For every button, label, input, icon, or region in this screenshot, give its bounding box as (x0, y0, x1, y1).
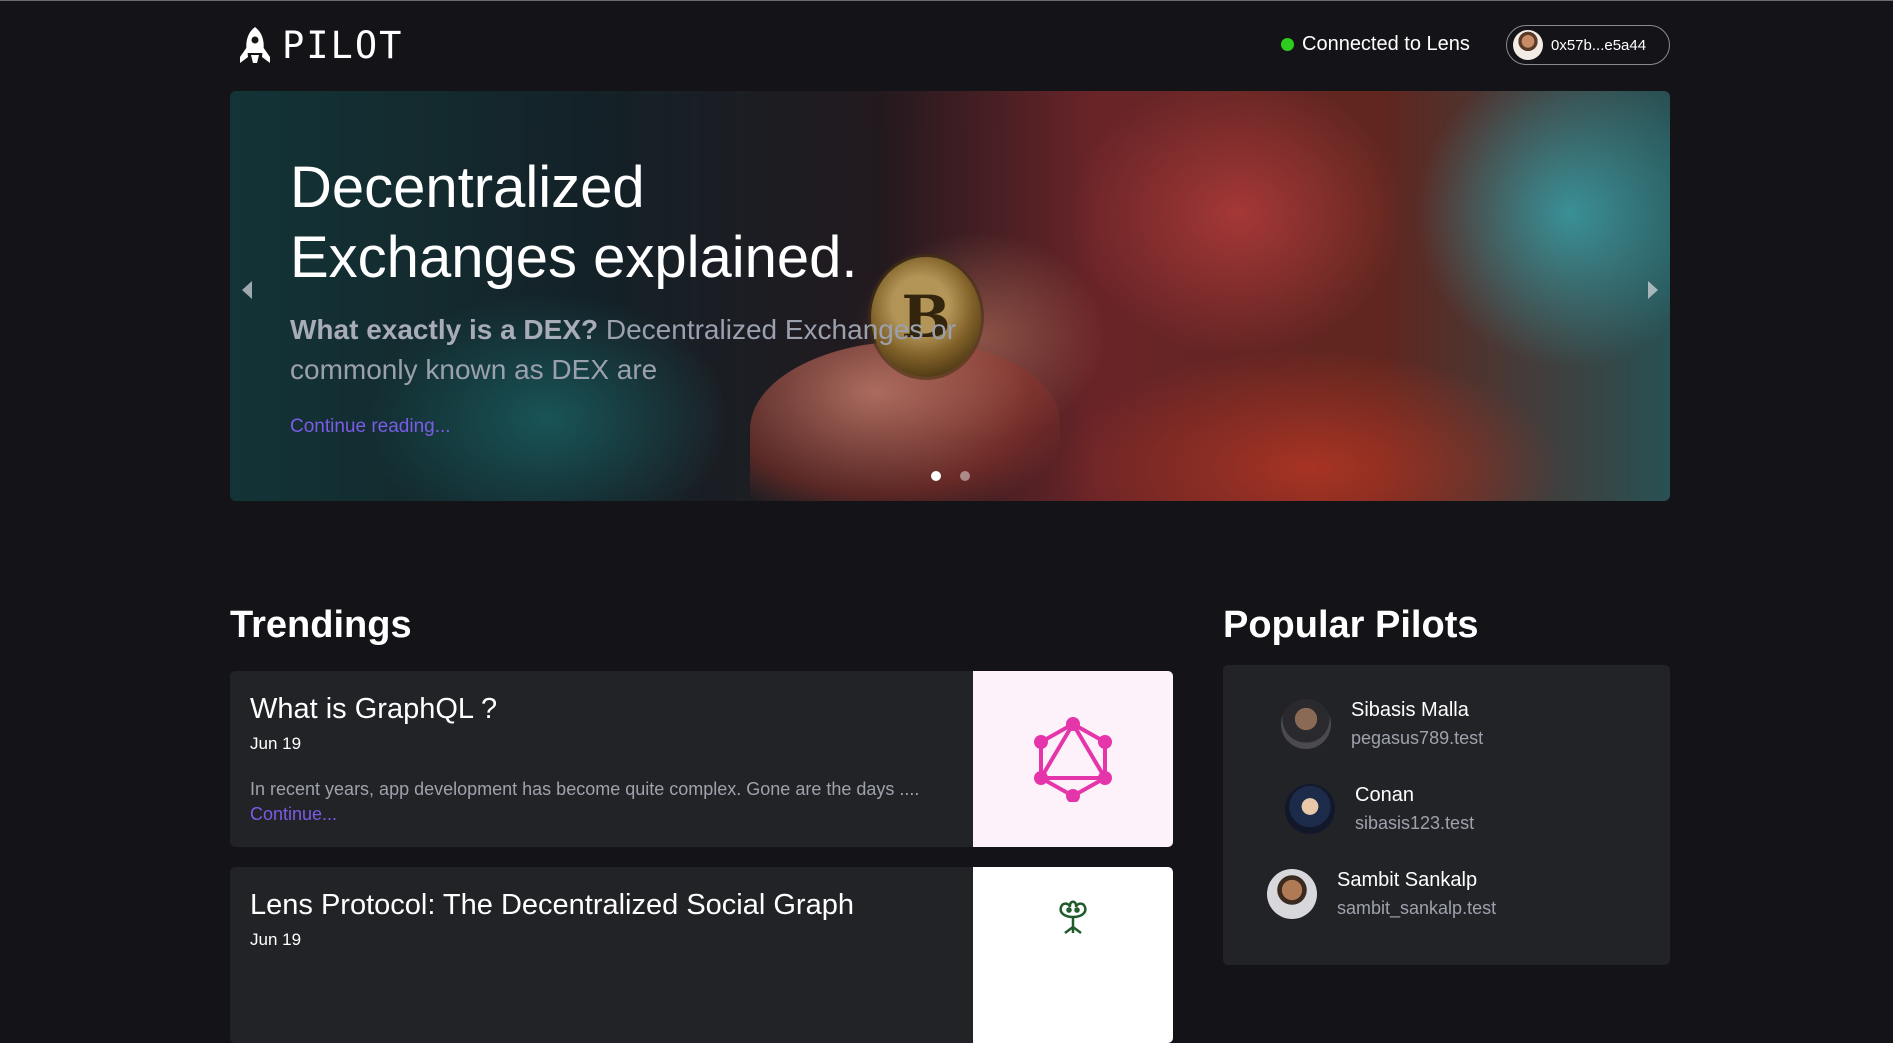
hero-title-line1: Decentralized (290, 155, 645, 220)
graphql-icon (1034, 717, 1112, 802)
trending-card-excerpt: In recent years, app development has bec… (250, 779, 920, 799)
pilot-avatar (1267, 869, 1317, 919)
pilot-name: Sambit Sankalp (1337, 869, 1478, 891)
carousel-prev-icon[interactable] (242, 281, 252, 299)
connection-status-label: Connected to Lens (1302, 33, 1470, 55)
rocket-icon (240, 26, 270, 63)
pilot-handle: pegasus789.test (1351, 728, 1484, 748)
trending-card-thumbnail (973, 671, 1173, 847)
trending-card-continue-link[interactable]: Continue... (250, 804, 337, 825)
hero-title: Decentralized Exchanges explained. (290, 153, 858, 293)
popular-pilots-list: Sibasis Malla pegasus789.test Conan siba… (1223, 665, 1670, 965)
carousel-indicators (931, 471, 970, 481)
carousel-dot-1[interactable] (931, 471, 941, 481)
pilot-avatar (1281, 699, 1331, 749)
pilot-name: Sibasis Malla (1351, 699, 1469, 721)
trending-card-date: Jun 19 (250, 734, 302, 753)
trending-card-title[interactable]: Lens Protocol: The Decentralized Social … (250, 889, 854, 922)
pilot-item[interactable]: Sibasis Malla pegasus789.test (1281, 699, 1483, 749)
carousel-dot-2[interactable] (960, 471, 970, 481)
pilot-item[interactable]: Sambit Sankalp sambit_sankalp.test (1267, 869, 1496, 919)
trending-card-date: Jun 19 (250, 930, 302, 949)
logo-text: PILOT (282, 24, 404, 67)
hero-subtitle: What exactly is a DEX? Decentralized Exc… (290, 310, 970, 390)
popular-pilots-title: Popular Pilots (1223, 604, 1479, 646)
lens-protocol-icon (1059, 900, 1087, 934)
pilot-avatar (1285, 784, 1335, 834)
wallet-button[interactable]: 0x57b...e5a44 (1506, 25, 1670, 65)
hero-title-line2: Exchanges explained. (290, 225, 858, 290)
trendings-title: Trendings (230, 604, 412, 646)
status-dot-icon (1281, 38, 1294, 51)
trending-card-thumbnail (973, 867, 1173, 1043)
hero-subtitle-bold: What exactly is a DEX? (290, 314, 599, 345)
carousel-next-icon[interactable] (1648, 281, 1658, 299)
pilot-name: Conan (1355, 784, 1414, 806)
header: PILOT Connected to Lens 0x57b...e5a44 (230, 0, 1670, 90)
logo[interactable]: PILOT (236, 24, 403, 67)
pilot-item[interactable]: Conan sibasis123.test (1285, 784, 1474, 834)
trending-card[interactable]: Lens Protocol: The Decentralized Social … (230, 867, 1173, 1043)
hero-continue-link[interactable]: Continue reading... (290, 416, 451, 438)
pilot-handle: sibasis123.test (1355, 813, 1475, 833)
pilot-handle: sambit_sankalp.test (1337, 898, 1497, 918)
wallet-avatar (1513, 30, 1543, 60)
trending-card[interactable]: What is GraphQL ? Jun 19 In recent years… (230, 671, 1173, 847)
wallet-address: 0x57b...e5a44 (1551, 36, 1647, 54)
hero-carousel: B Decentralized Exchanges explained. Wha… (230, 91, 1670, 501)
connection-status: Connected to Lens (1281, 33, 1470, 56)
trending-card-title[interactable]: What is GraphQL ? (250, 693, 497, 726)
